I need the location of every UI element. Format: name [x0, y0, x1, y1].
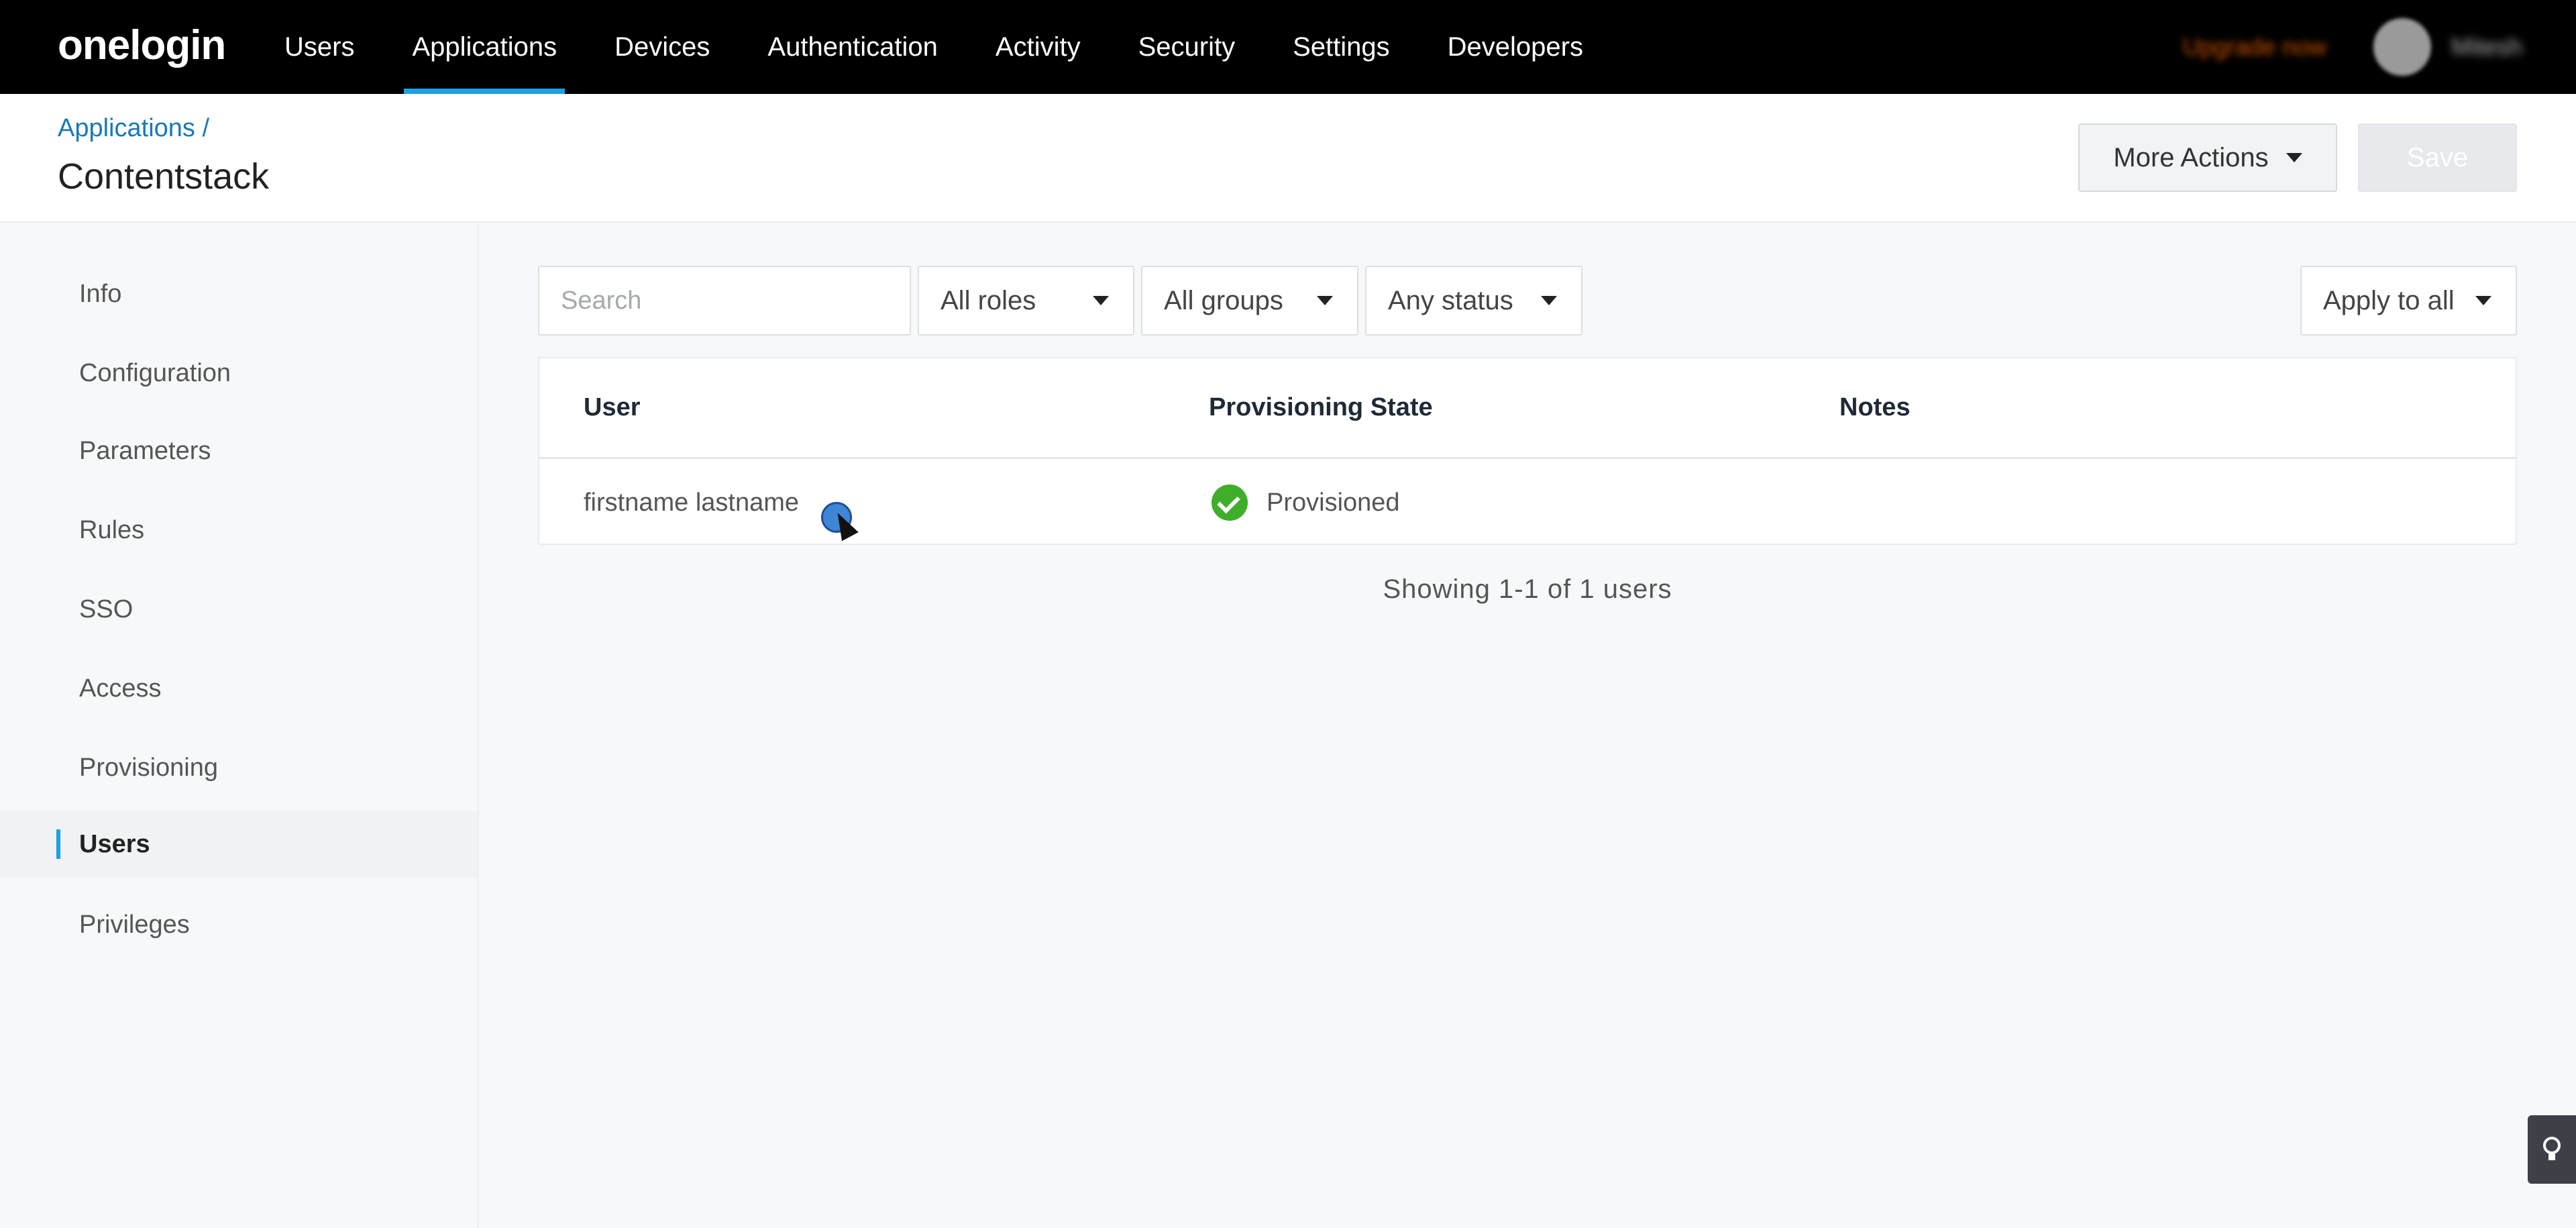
nav-authentication[interactable]: Authentication: [751, 0, 954, 94]
more-actions-label: More Actions: [2113, 142, 2269, 172]
results-summary: Showing 1-1 of 1 users: [1383, 574, 1672, 604]
sidebar-item-sso[interactable]: SSO: [0, 576, 478, 643]
nav-applications[interactable]: Applications: [396, 0, 573, 94]
apply-to-all-dropdown[interactable]: Apply to all: [2300, 266, 2517, 336]
provisioning-state-cell: Provisioned: [1267, 489, 1400, 517]
status-dropdown-label: Any status: [1388, 285, 1513, 315]
nav-activity[interactable]: Activity: [979, 0, 1097, 94]
sidebar-item-parameters[interactable]: Parameters: [0, 417, 478, 484]
apply-to-all-label: Apply to all: [2323, 285, 2455, 315]
top-navigation: onelogin Users Applications Devices Auth…: [0, 0, 2576, 94]
help-button[interactable]: [2528, 1115, 2576, 1184]
sidebar: Info Configuration Parameters Rules SSO …: [0, 224, 479, 1228]
caret-down-icon: [1093, 296, 1109, 305]
nav-devices[interactable]: Devices: [598, 0, 726, 94]
table-header: User Provisioning State Notes: [539, 358, 2516, 459]
page-header: Applications / Contentstack More Actions…: [0, 94, 2576, 223]
column-header-user[interactable]: User: [584, 393, 641, 422]
sidebar-item-rules[interactable]: Rules: [0, 497, 478, 564]
sidebar-item-privileges[interactable]: Privileges: [0, 891, 478, 958]
sidebar-item-provisioning[interactable]: Provisioning: [0, 734, 478, 801]
groups-dropdown[interactable]: All groups: [1141, 266, 1358, 336]
nav-right: Upgrade now Mitesh: [2183, 0, 2522, 94]
roles-dropdown-label: All roles: [941, 285, 1036, 315]
nav-items: Users Applications Devices Authenticatio…: [268, 0, 1625, 94]
sidebar-item-info[interactable]: Info: [0, 260, 478, 327]
status-dropdown[interactable]: Any status: [1365, 266, 1582, 336]
roles-dropdown[interactable]: All roles: [918, 266, 1134, 336]
page-title: Contentstack: [58, 156, 270, 197]
column-header-notes[interactable]: Notes: [1839, 393, 1911, 422]
nav-settings[interactable]: Settings: [1277, 0, 1406, 94]
sidebar-item-access[interactable]: Access: [0, 655, 478, 722]
groups-dropdown-label: All groups: [1164, 285, 1283, 315]
save-button[interactable]: Save: [2358, 123, 2517, 192]
avatar[interactable]: [2373, 18, 2431, 76]
caret-down-icon: [2286, 153, 2302, 162]
caret-down-icon: [1317, 296, 1333, 305]
upgrade-link[interactable]: Upgrade now: [2183, 33, 2326, 61]
sidebar-item-users[interactable]: Users: [0, 811, 478, 878]
check-circle-icon: [1212, 484, 1248, 521]
more-actions-button[interactable]: More Actions: [2078, 123, 2337, 192]
lightbulb-icon: [2543, 1137, 2561, 1160]
nav-security[interactable]: Security: [1122, 0, 1252, 94]
caret-down-icon: [2475, 296, 2491, 305]
nav-users[interactable]: Users: [268, 0, 370, 94]
breadcrumb[interactable]: Applications /: [58, 114, 209, 143]
caret-down-icon: [1541, 296, 1557, 305]
column-header-provisioning-state[interactable]: Provisioning State: [1209, 393, 1433, 422]
user-name[interactable]: Mitesh: [2451, 33, 2522, 61]
onelogin-logo[interactable]: onelogin: [58, 21, 226, 69]
sidebar-item-configuration[interactable]: Configuration: [0, 340, 478, 407]
search-input[interactable]: [538, 266, 911, 336]
nav-developers[interactable]: Developers: [1432, 0, 1599, 94]
user-name-cell[interactable]: firstname lastname: [584, 489, 799, 517]
